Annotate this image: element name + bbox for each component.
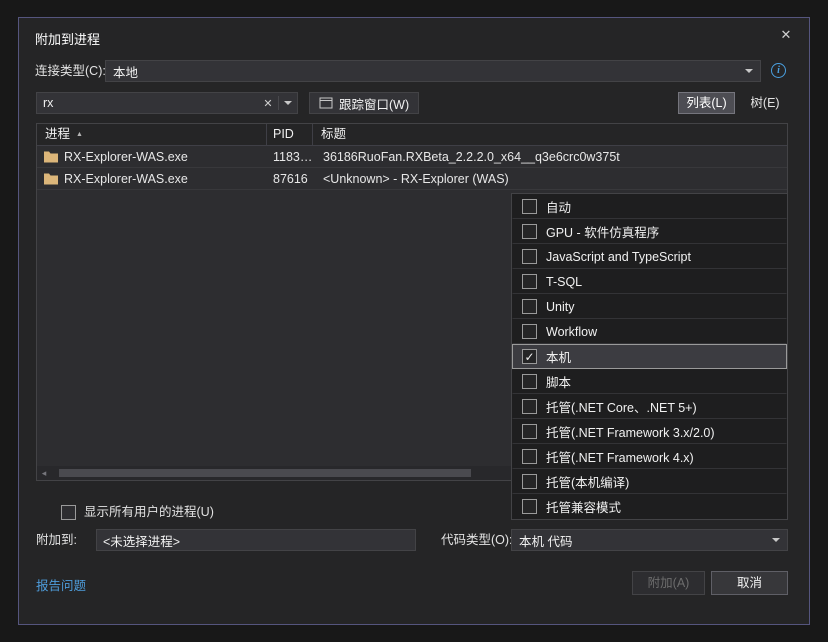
process-title: <Unknown> - RX-Explorer (WAS) [323,171,509,186]
connection-type-value: 本地 [113,65,139,80]
close-icon[interactable]: ✕ [778,27,794,43]
code-type-value: 本机 代码 [519,534,573,549]
column-header-pid[interactable]: PID [267,124,313,145]
checkbox[interactable] [522,274,537,289]
column-header-title[interactable]: 标题 [313,124,787,145]
checkbox[interactable] [522,474,537,489]
code-type-option[interactable]: T-SQL [512,269,787,294]
checkbox[interactable] [522,499,537,514]
checkbox[interactable] [522,424,537,439]
code-type-option[interactable]: Unity [512,294,787,319]
code-type-label: 代码类型(O): [441,533,513,547]
folder-icon [43,150,59,163]
checkbox[interactable] [522,249,537,264]
info-icon[interactable]: i [771,63,786,78]
scrollbar-thumb[interactable] [59,469,471,477]
search-history-dropdown[interactable] [279,101,297,105]
code-type-option[interactable]: GPU - 软件仿真程序 [512,219,787,244]
cancel-button[interactable]: 取消 [711,571,788,595]
table-header: 进程 ▲ PID 标题 [37,124,787,146]
track-window-label: 跟踪窗口(W) [339,97,410,112]
clear-search-icon[interactable]: ✕ [258,97,278,110]
code-type-option[interactable]: 脚本 [512,369,787,394]
process-search-box[interactable]: ✕ [36,92,298,114]
table-row[interactable]: RX-Explorer-WAS.exe 1183… 36186RuoFan.RX… [37,146,787,168]
code-type-option[interactable]: 托管兼容模式 [512,494,787,519]
code-type-option[interactable]: Workflow [512,319,787,344]
view-list-button[interactable]: 列表(L) [678,92,735,114]
dropdown-arrow-icon [772,538,780,542]
attach-to-label: 附加到: [36,533,77,547]
attach-button[interactable]: 附加(A) [632,571,705,595]
checkbox[interactable] [522,374,537,389]
sort-ascending-icon: ▲ [76,131,83,138]
code-type-option[interactable]: ✓ 本机 [512,344,787,369]
folder-icon [43,172,59,185]
dropdown-arrow-icon [745,69,753,73]
code-type-option[interactable]: 托管(本机编译) [512,469,787,494]
process-pid: 1183… [273,149,313,164]
code-type-option[interactable]: 托管(.NET Core、.NET 5+) [512,394,787,419]
checkbox[interactable]: ✓ [522,349,537,364]
search-input[interactable] [37,96,258,110]
window-icon [319,97,333,109]
show-all-users-label: 显示所有用户的进程(U) [84,505,214,519]
view-tree-button[interactable]: 树(E) [742,92,788,114]
code-type-option[interactable]: 托管(.NET Framework 4.x) [512,444,787,469]
code-type-popup: 自动 GPU - 软件仿真程序 JavaScript and TypeScrip… [511,193,788,520]
code-type-option[interactable]: 自动 [512,194,787,219]
column-header-process[interactable]: 进程 ▲ [37,124,267,145]
process-title: 36186RuoFan.RXBeta_2.2.2.0_x64__q3e6crc0… [323,149,620,164]
connection-type-combo[interactable]: 本地 [105,60,761,82]
checkbox[interactable] [522,199,537,214]
dialog-title: 附加到进程 [35,32,101,47]
table-row[interactable]: RX-Explorer-WAS.exe 87616 <Unknown> - RX… [37,168,787,190]
attach-to-field[interactable] [96,529,416,551]
track-window-button[interactable]: 跟踪窗口(W) [309,92,420,114]
attach-to-process-dialog: 附加到进程 ✕ 连接类型(C): 本地 i ✕ 跟踪窗口(W) 列表(L) 树(… [18,17,810,625]
code-type-option[interactable]: JavaScript and TypeScript [512,244,787,269]
checkbox[interactable] [522,299,537,314]
checkbox[interactable] [522,399,537,414]
code-type-combo[interactable]: 本机 代码 [511,529,788,551]
checkbox[interactable] [522,224,537,239]
report-problem-link[interactable]: 报告问题 [36,575,86,594]
scroll-left-icon[interactable]: ◂ [37,466,51,480]
process-pid: 87616 [273,171,308,186]
dropdown-arrow-icon [284,101,292,105]
code-type-option[interactable]: 托管(.NET Framework 3.x/2.0) [512,419,787,444]
check-icon: ✓ [524,349,535,364]
checkbox[interactable] [522,449,537,464]
process-name: RX-Explorer-WAS.exe [64,171,188,186]
checkbox[interactable] [522,324,537,339]
process-name: RX-Explorer-WAS.exe [64,149,188,164]
show-all-users-checkbox[interactable] [61,505,76,520]
connection-type-label: 连接类型(C): [35,64,106,78]
